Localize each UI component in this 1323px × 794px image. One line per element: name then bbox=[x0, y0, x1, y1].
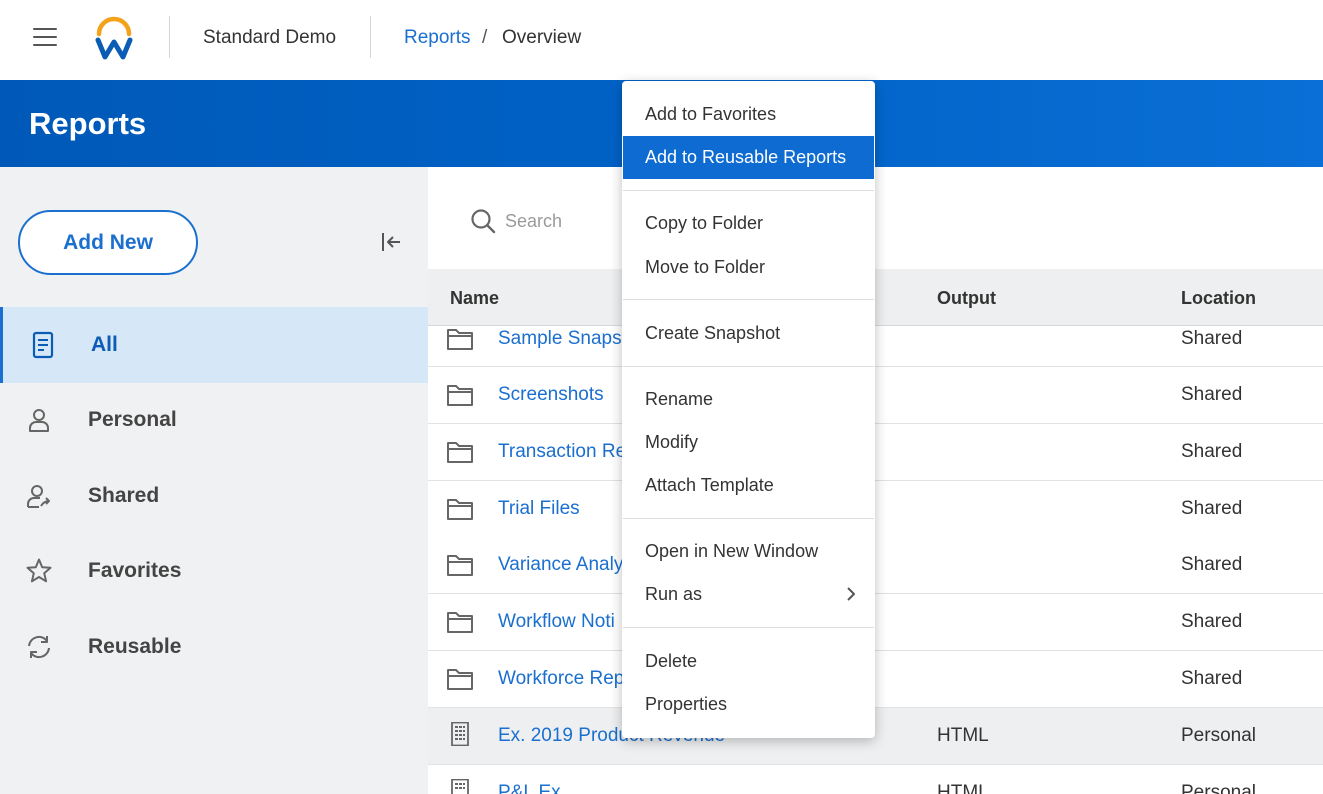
table-row[interactable]: Variance Analy Shared bbox=[428, 537, 1323, 594]
menu-divider bbox=[623, 627, 874, 628]
table-row[interactable]: Workflow Noti Shared bbox=[428, 594, 1323, 651]
sidebar-item-personal[interactable]: Personal bbox=[0, 382, 428, 458]
tenant-name: Standard Demo bbox=[203, 27, 337, 48]
column-header-location[interactable]: Location bbox=[1181, 288, 1256, 309]
row-name-link[interactable]: Trial Files bbox=[498, 498, 580, 520]
folder-icon bbox=[447, 612, 473, 633]
menu-item-attach-template[interactable]: Attach Template bbox=[623, 464, 874, 507]
folder-icon bbox=[447, 499, 473, 520]
top-bar: Standard Demo Reports / Overview bbox=[0, 0, 1323, 80]
menu-item-modify[interactable]: Modify bbox=[623, 421, 874, 464]
folder-icon bbox=[447, 669, 473, 690]
table-row[interactable]: P&L Ex HTML Personal bbox=[428, 765, 1323, 794]
menu-item-properties[interactable]: Properties bbox=[623, 683, 874, 726]
star-icon bbox=[26, 558, 52, 583]
sidebar-item-favorites[interactable]: Favorites bbox=[0, 533, 428, 609]
row-location: Shared bbox=[1181, 668, 1243, 689]
row-location: Shared bbox=[1181, 441, 1243, 462]
chevron-right-icon bbox=[847, 587, 855, 601]
table-row[interactable]: Ex. 2019 Product Revenue HTML Personal bbox=[428, 708, 1323, 765]
folder-icon bbox=[447, 555, 473, 576]
row-name-link[interactable]: Screenshots bbox=[498, 384, 604, 406]
menu-divider bbox=[623, 190, 874, 191]
folder-icon bbox=[447, 442, 473, 463]
sidebar-item-shared[interactable]: Shared bbox=[0, 458, 428, 534]
sidebar-item-label: All bbox=[91, 333, 118, 356]
sidebar-item-label: Personal bbox=[88, 408, 177, 431]
row-output: HTML bbox=[937, 782, 989, 794]
sidebar-item-label: Shared bbox=[88, 484, 160, 507]
menu-item-move-to-folder[interactable]: Move to Folder bbox=[623, 246, 874, 289]
row-location: Personal bbox=[1181, 782, 1256, 794]
row-output: HTML bbox=[937, 725, 989, 746]
row-location: Shared bbox=[1181, 498, 1243, 519]
menu-item-add-to-reusable-reports[interactable]: Add to Reusable Reports bbox=[623, 136, 874, 179]
menu-item-open-in-new-window[interactable]: Open in New Window bbox=[623, 530, 874, 573]
divider bbox=[169, 16, 170, 58]
menu-item-delete[interactable]: Delete bbox=[623, 640, 874, 683]
folder-icon bbox=[447, 329, 473, 350]
menu-icon[interactable] bbox=[33, 28, 57, 46]
context-menu: Add to Favorites Add to Reusable Reports… bbox=[622, 81, 875, 738]
table-row[interactable]: Transaction Re Shared bbox=[428, 424, 1323, 481]
breadcrumb-separator: / bbox=[482, 27, 488, 48]
report-icon bbox=[451, 722, 469, 746]
sidebar-item-label: Reusable bbox=[88, 635, 182, 658]
folder-icon bbox=[447, 385, 473, 406]
menu-divider bbox=[623, 518, 874, 519]
row-name-link[interactable]: P&L Ex bbox=[498, 782, 561, 794]
search-input[interactable] bbox=[505, 205, 615, 237]
column-header-output[interactable]: Output bbox=[937, 288, 996, 309]
sidebar-item-reusable[interactable]: Reusable bbox=[0, 609, 428, 685]
menu-item-copy-to-folder[interactable]: Copy to Folder bbox=[623, 202, 874, 245]
breadcrumb-current: Overview bbox=[502, 27, 582, 48]
add-new-button[interactable]: Add New bbox=[18, 210, 198, 275]
sidebar-item-label: Favorites bbox=[88, 559, 182, 582]
workday-logo[interactable] bbox=[94, 14, 134, 60]
row-name-link[interactable]: Workflow Noti bbox=[498, 611, 615, 633]
row-name-link[interactable]: Sample Snaps bbox=[498, 328, 622, 350]
refresh-icon bbox=[28, 635, 50, 659]
shared-person-icon bbox=[27, 485, 50, 508]
menu-item-create-snapshot[interactable]: Create Snapshot bbox=[623, 312, 874, 355]
row-name-link[interactable]: Transaction Re bbox=[498, 441, 626, 463]
row-location: Shared bbox=[1181, 328, 1243, 349]
row-location: Shared bbox=[1181, 554, 1243, 575]
person-icon bbox=[29, 409, 49, 432]
menu-divider bbox=[623, 299, 874, 300]
table-row[interactable]: Screenshots Shared bbox=[428, 367, 1323, 424]
menu-item-add-to-favorites[interactable]: Add to Favorites bbox=[623, 93, 874, 136]
search-icon[interactable] bbox=[470, 208, 496, 234]
menu-item-run-as[interactable]: Run as bbox=[623, 573, 874, 616]
table-row[interactable]: Sample Snaps Shared bbox=[428, 326, 1323, 367]
table-row[interactable]: Trial Files Shared bbox=[428, 481, 1323, 538]
document-icon bbox=[32, 331, 54, 359]
collapse-sidebar-icon[interactable] bbox=[379, 230, 403, 254]
column-header-name[interactable]: Name bbox=[450, 288, 499, 309]
page-title: Reports bbox=[29, 106, 147, 141]
row-location: Personal bbox=[1181, 725, 1256, 746]
menu-item-rename[interactable]: Rename bbox=[623, 378, 874, 421]
sidebar-item-all[interactable]: All bbox=[0, 307, 428, 383]
divider bbox=[370, 16, 371, 58]
row-location: Shared bbox=[1181, 384, 1243, 405]
menu-divider bbox=[623, 366, 874, 367]
report-icon bbox=[451, 779, 469, 794]
menu-item-label: Run as bbox=[645, 584, 703, 604]
row-location: Shared bbox=[1181, 611, 1243, 632]
breadcrumb-reports-link[interactable]: Reports bbox=[404, 27, 471, 49]
row-name-link[interactable]: Variance Analy bbox=[498, 554, 623, 576]
row-name-link[interactable]: Workforce Rep bbox=[498, 668, 624, 690]
table-row[interactable]: Workforce Rep Shared bbox=[428, 651, 1323, 708]
